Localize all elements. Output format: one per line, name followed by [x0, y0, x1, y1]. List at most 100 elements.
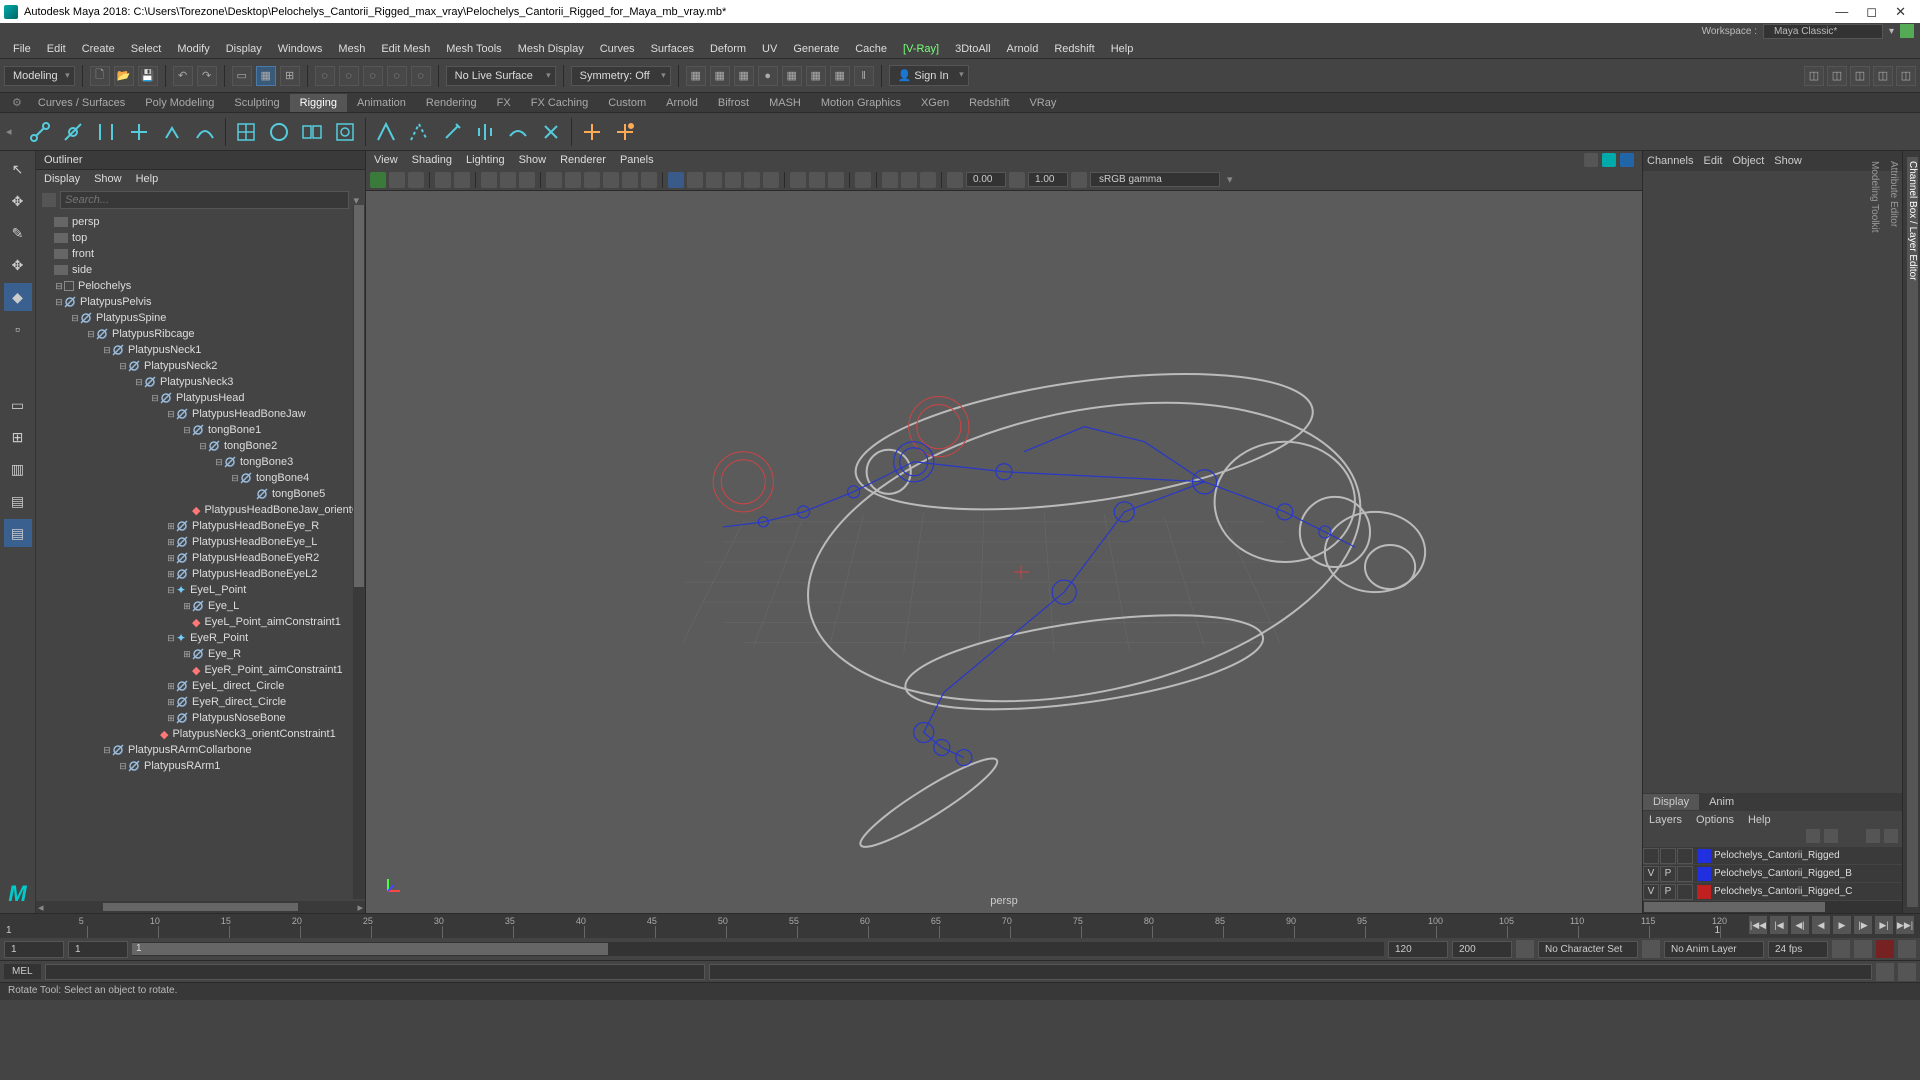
channel-tab-edit[interactable]: Edit	[1703, 155, 1722, 167]
shelf-detach-skin-icon[interactable]	[404, 117, 434, 147]
expand-toggle[interactable]: ⊟	[118, 761, 128, 772]
auto-key-icon[interactable]	[1832, 940, 1850, 958]
outliner-camera-front[interactable]: front	[36, 246, 365, 262]
range-slider[interactable]: 1	[132, 942, 1384, 956]
menu-edit-mesh[interactable]: Edit Mesh	[374, 41, 437, 57]
light-editor-icon[interactable]: ▦	[806, 66, 826, 86]
layer-menu-help[interactable]: Help	[1748, 814, 1771, 826]
vp-ao-icon[interactable]	[763, 172, 779, 188]
expand-toggle[interactable]: ⊞	[166, 681, 176, 692]
vp-2d-pan-icon[interactable]	[481, 172, 497, 188]
right-tab-0[interactable]: Channel Box / Layer Editor	[1907, 157, 1918, 907]
shelf-smooth-weights-icon[interactable]	[503, 117, 533, 147]
vp-grease-pencil-icon[interactable]	[500, 172, 516, 188]
new-scene-icon[interactable]: 🗋	[90, 66, 110, 86]
paint-select-tool-icon[interactable]: ✎	[4, 219, 32, 247]
close-button[interactable]: ✕	[1895, 4, 1906, 20]
shelf-tab-sculpting[interactable]: Sculpting	[224, 94, 289, 112]
vp-menu-panels[interactable]: Panels	[620, 154, 654, 166]
rotate-tool-icon[interactable]: ◆	[4, 283, 32, 311]
outliner-filter-icon[interactable]	[42, 193, 56, 207]
outliner-item[interactable]: ⊞PlatypusNoseBone	[36, 710, 365, 726]
layer-row[interactable]: Pelochelys_Cantorii_Rigged	[1643, 847, 1902, 865]
script-editor-icon[interactable]	[1876, 963, 1894, 981]
shelf-tab-mash[interactable]: MASH	[759, 94, 811, 112]
menu-mesh-display[interactable]: Mesh Display	[511, 41, 591, 57]
vp-exposure-icon[interactable]	[947, 172, 963, 188]
move-tool-icon[interactable]: ✥	[4, 251, 32, 279]
layer-color-swatch[interactable]	[1697, 885, 1711, 899]
anim-layer-dropdown[interactable]: No Anim Layer	[1664, 941, 1764, 958]
outliner-item[interactable]: ⊟tongBone4	[36, 470, 365, 486]
minimize-button[interactable]: —	[1835, 4, 1848, 20]
menu-mesh-tools[interactable]: Mesh Tools	[439, 41, 508, 57]
shelf-joint-tool-icon[interactable]	[25, 117, 55, 147]
outliner-item[interactable]: ⊞Eye_L	[36, 598, 365, 614]
outliner-item[interactable]: ◆PlatypusNeck3_orientConstraint1	[36, 726, 365, 742]
vp-isolate-icon[interactable]	[790, 172, 806, 188]
menu-display[interactable]: Display	[219, 41, 269, 57]
vp-textured-icon[interactable]	[706, 172, 722, 188]
select-tool-icon[interactable]: ↖	[4, 155, 32, 183]
vp-shaded-icon[interactable]	[687, 172, 703, 188]
layer-type-toggle[interactable]	[1677, 848, 1693, 864]
expand-toggle[interactable]: ⊞	[166, 553, 176, 564]
outliner-menu-help[interactable]: Help	[136, 173, 159, 185]
layer-visibility-toggle[interactable]: V	[1643, 884, 1659, 900]
menu-select[interactable]: Select	[124, 41, 169, 57]
outliner-item[interactable]: ⊟PlatypusNeck3	[36, 374, 365, 390]
select-by-hierarchy-icon[interactable]: ⊞	[280, 66, 300, 86]
expand-toggle[interactable]: ⊟	[198, 441, 208, 452]
expand-toggle[interactable]: ⊟	[214, 457, 224, 468]
playback-start-field[interactable]: 1	[68, 941, 128, 958]
shelf-tab-bifrost[interactable]: Bifrost	[708, 94, 759, 112]
menu-help[interactable]: Help	[1104, 41, 1141, 57]
outliner-item[interactable]: ⊟✦EyeL_Point	[36, 582, 365, 598]
expand-toggle[interactable]: ⊟	[86, 329, 96, 340]
expand-toggle[interactable]: ⊞	[182, 649, 192, 660]
viewport[interactable]: persp	[366, 191, 1642, 913]
vp-xray-joints-icon[interactable]	[828, 172, 844, 188]
redo-icon[interactable]: ↷	[197, 66, 217, 86]
shelf-tab-arnold[interactable]: Arnold	[656, 94, 708, 112]
snap-point-icon[interactable]: ◌	[363, 66, 383, 86]
set-key-icon[interactable]	[1854, 940, 1872, 958]
layer-type-toggle[interactable]	[1677, 884, 1693, 900]
outliner-camera-top[interactable]: top	[36, 230, 365, 246]
outliner-item[interactable]: ⊟PlatypusHead	[36, 390, 365, 406]
step-back-button[interactable]: ◀|	[1791, 916, 1809, 934]
menu-windows[interactable]: Windows	[271, 41, 330, 57]
shelf-orient-joint-icon[interactable]	[124, 117, 154, 147]
vp-color-mgmt-icon[interactable]	[1602, 153, 1616, 167]
menu-3dtoall[interactable]: 3DtoAll	[948, 41, 997, 57]
step-forward-button[interactable]: |▶	[1854, 916, 1872, 934]
vp-grid-icon[interactable]	[546, 172, 562, 188]
shelf-tab-redshift[interactable]: Redshift	[959, 94, 1019, 112]
menu-cache[interactable]: Cache	[848, 41, 894, 57]
expand-toggle[interactable]: ⊟	[54, 281, 64, 292]
lasso-tool-icon[interactable]: ✥	[4, 187, 32, 215]
shelf-bind-skin-icon[interactable]	[371, 117, 401, 147]
layer-playback-toggle[interactable]: P	[1660, 866, 1676, 882]
expand-toggle[interactable]: ⊟	[150, 393, 160, 404]
select-by-component-icon[interactable]: ▦	[256, 66, 276, 86]
time-ruler[interactable]: 1 51015202530354045505560657075808590951…	[0, 914, 1920, 938]
outliner-item[interactable]: ◆PlatypusHeadBoneJaw_orientC	[36, 502, 365, 518]
shelf-mirror-weights-icon[interactable]	[470, 117, 500, 147]
vp-menu-show[interactable]: Show	[519, 154, 547, 166]
layer-color-swatch[interactable]	[1697, 849, 1711, 863]
ipr-render-icon[interactable]: ▦	[710, 66, 730, 86]
outliner-item[interactable]: ⊟tongBone2	[36, 438, 365, 454]
menu-modify[interactable]: Modify	[170, 41, 216, 57]
play-forward-button[interactable]: ▶	[1833, 916, 1851, 934]
shelf-tab-rigging[interactable]: Rigging	[290, 94, 347, 112]
render-view-icon[interactable]: ▦	[782, 66, 802, 86]
vp-menu-renderer[interactable]: Renderer	[560, 154, 606, 166]
snap-live-icon[interactable]: ◌	[411, 66, 431, 86]
vp-film-gate-icon[interactable]	[565, 172, 581, 188]
vp-gamma-icon[interactable]	[1009, 172, 1025, 188]
scale-tool-icon[interactable]: ▫	[4, 315, 32, 343]
command-lang-label[interactable]: MEL	[4, 964, 41, 979]
playback-end-field[interactable]: 120	[1388, 941, 1448, 958]
vp-select-camera-icon[interactable]	[370, 172, 386, 188]
